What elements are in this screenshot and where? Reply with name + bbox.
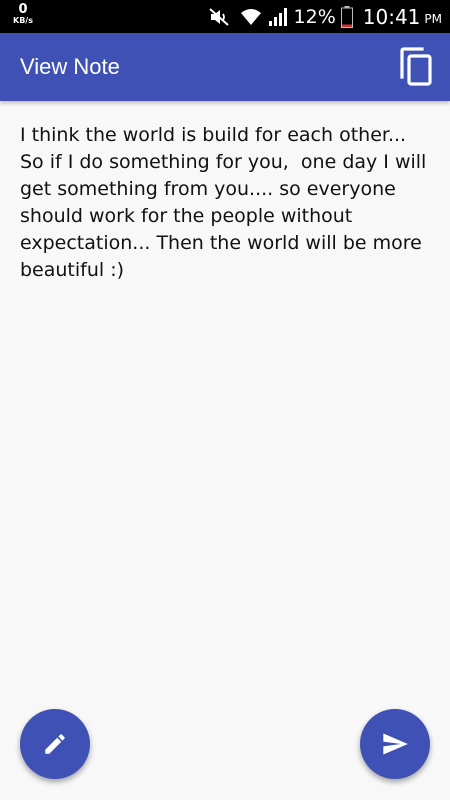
page-title: View Note: [20, 54, 120, 79]
app-bar: View Note: [0, 33, 450, 101]
battery-percent: 12%: [293, 5, 336, 28]
status-icons: 12% 10:41 PM: [208, 0, 442, 33]
screen: 0 KB/s 12% 10:41 PM View Note I think th…: [0, 0, 450, 800]
copy-icon: [400, 47, 432, 86]
network-speed-value: 0: [18, 2, 28, 17]
network-speed-indicator: 0 KB/s: [10, 3, 36, 25]
copy-button[interactable]: [398, 47, 434, 87]
clock-ampm: PM: [424, 12, 442, 26]
battery-icon: [340, 5, 353, 28]
wifi-icon: [240, 8, 262, 26]
pencil-icon: [45, 734, 65, 754]
send-icon: [383, 733, 408, 755]
send-note-button[interactable]: [360, 709, 430, 779]
mute-icon: [208, 7, 230, 27]
network-speed-unit: KB/s: [13, 16, 33, 25]
clock-time: 10:41: [362, 4, 421, 29]
note-content: I think the world is build for each othe…: [20, 124, 433, 281]
status-bar: 0 KB/s 12% 10:41 PM: [0, 0, 450, 33]
edit-note-button[interactable]: [20, 709, 90, 779]
signal-icon: [268, 7, 288, 27]
